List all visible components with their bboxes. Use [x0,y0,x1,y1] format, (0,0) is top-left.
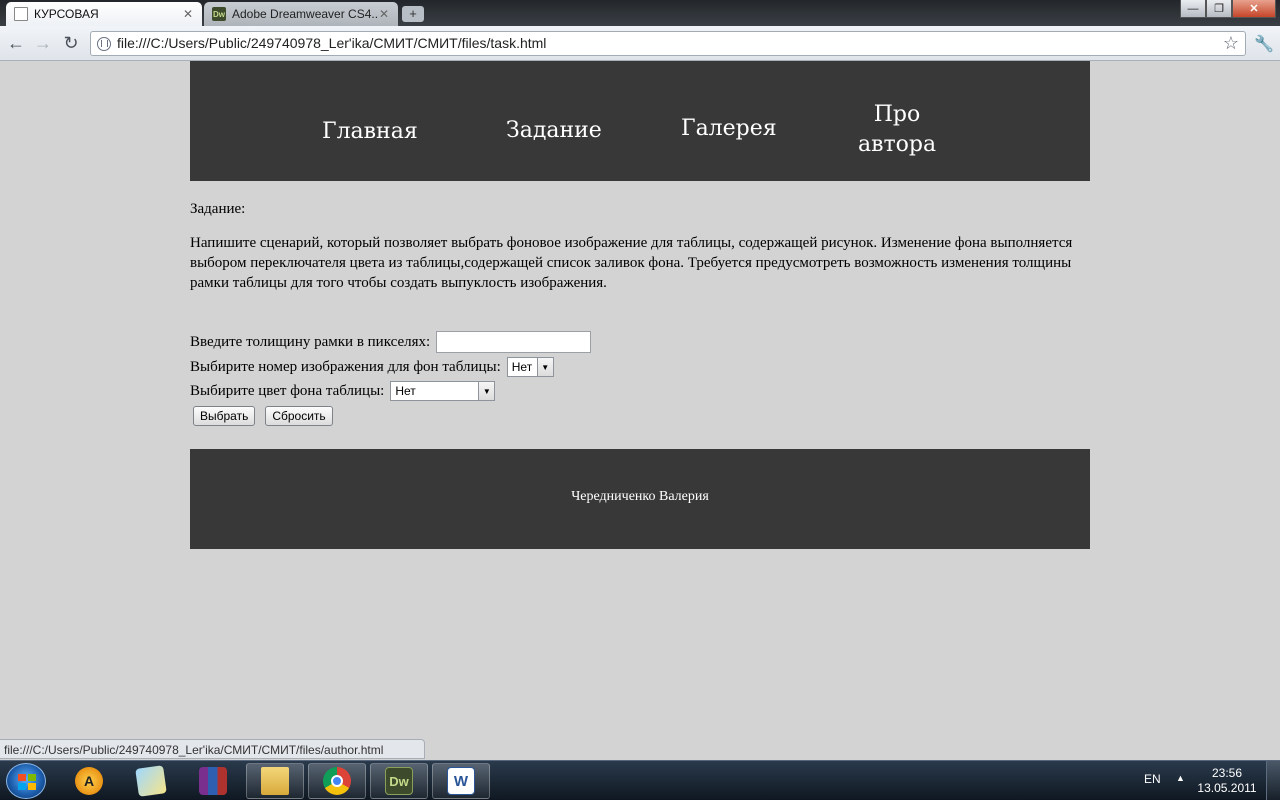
bg-color-select[interactable]: Нет ▼ [390,381,496,401]
browser-toolbar: ← → ↻ file:///C:/Users/Public/249740978_… [0,26,1280,61]
form-buttons: Выбрать Сбросить [193,406,343,426]
wrench-menu-icon[interactable]: 🔧 [1254,34,1274,54]
border-width-row: Введите толищину рамки в пикселях: [190,331,592,353]
sticky-notes-icon [135,765,167,797]
taskbar-winrar[interactable] [184,763,242,799]
word-icon: W [447,767,475,795]
taskbar-word[interactable]: W [432,763,490,799]
image-number-label: Выбирите номер изображения для фон табли… [190,358,501,375]
border-width-label: Введите толищину рамки в пикселях: [190,333,431,350]
windows-taskbar: A Dw W EN ▲ 23:56 13.05.2011 [0,760,1280,800]
aimp-icon: A [75,767,103,795]
bg-color-row: Выбирите цвет фона таблицы: Нет ▼ [190,380,496,402]
image-number-select[interactable]: Нет ▼ [506,357,554,377]
clock-date: 13.05.2011 [1197,781,1257,795]
forward-button[interactable]: → [33,33,53,53]
site-footer: Чередниченко Валерия [190,449,1090,549]
back-button[interactable]: ← [6,33,26,53]
nav-link-home[interactable]: Главная [322,117,418,147]
address-bar[interactable]: file:///C:/Users/Public/249740978_Ler'ik… [90,31,1246,56]
image-number-row: Выбирите номер изображения для фон табли… [190,356,554,378]
status-bar: file:///C:/Users/Public/249740978_Ler'ik… [0,739,425,759]
tab-title: КУРСОВАЯ [34,7,99,21]
image-number-value: Нет [511,360,533,374]
winrar-icon [199,767,227,795]
minimize-button[interactable]: — [1180,0,1206,18]
show-desktop-button[interactable] [1266,761,1280,800]
reload-button[interactable]: ↻ [61,33,81,53]
tab-close-icon[interactable]: ✕ [182,7,194,21]
taskbar-dreamweaver[interactable]: Dw [370,763,428,799]
taskbar-aimp[interactable]: A [60,763,118,799]
page-viewport: Главная Задание Галерея Про автора Задан… [0,61,1280,760]
window-controls: — ❐ ✕ [1180,0,1276,18]
close-window-button[interactable]: ✕ [1232,0,1276,18]
dreamweaver-icon: Dw [385,767,413,795]
clock-time: 23:56 [1211,766,1243,780]
tab-title: Adobe Dreamweaver CS4... [232,7,378,21]
nav-link-about[interactable]: Про автора [858,100,936,160]
bookmark-star-icon[interactable]: ☆ [1223,33,1239,54]
tab-strip: КУРСОВАЯ ✕ Dw Adobe Dreamweaver CS4... ✕… [0,0,1280,26]
task-heading: Задание: [190,201,246,217]
border-width-input[interactable] [436,331,592,353]
nav-about-line1: Про [873,102,921,127]
new-tab-button[interactable]: + [402,6,424,22]
taskbar-chrome[interactable] [308,763,366,799]
dropdown-arrow-icon: ▼ [478,382,495,400]
dreamweaver-icon: Dw [212,7,226,21]
footer-author: Чередниченко Валерия [571,489,709,504]
task-description: Напишите сценарий, который позволяет выб… [190,235,1073,291]
site-header: Главная Задание Галерея Про автора [190,61,1090,181]
reset-button[interactable]: Сбросить [265,406,333,426]
nav-link-task[interactable]: Задание [506,116,602,146]
restore-button[interactable]: ❐ [1206,0,1232,18]
page-info-icon[interactable] [97,37,111,51]
tab-dreamweaver[interactable]: Dw Adobe Dreamweaver CS4... ✕ [204,2,398,26]
folder-icon [261,767,289,795]
page-icon [14,7,28,21]
bg-color-label: Выбирите цвет фона таблицы: [190,382,385,399]
tray-expand-icon[interactable]: ▲ [1176,773,1185,783]
submit-button[interactable]: Выбрать [193,406,256,426]
taskbar-sticky-notes[interactable] [122,763,180,799]
nav-link-gallery[interactable]: Галерея [681,114,777,144]
bg-color-value: Нет [395,384,416,398]
system-clock[interactable]: 23:56 13.05.2011 [1194,766,1260,796]
url-text: file:///C:/Users/Public/249740978_Ler'ik… [117,35,547,51]
nav-about-line2: автора [858,132,937,157]
chrome-icon [323,767,351,795]
taskbar-explorer[interactable] [246,763,304,799]
start-button[interactable] [6,763,46,799]
tab-close-icon[interactable]: ✕ [378,7,390,21]
language-indicator[interactable]: EN [1144,772,1161,786]
dropdown-arrow-icon: ▼ [536,358,553,376]
tab-kursovaya[interactable]: КУРСОВАЯ ✕ [6,2,202,26]
